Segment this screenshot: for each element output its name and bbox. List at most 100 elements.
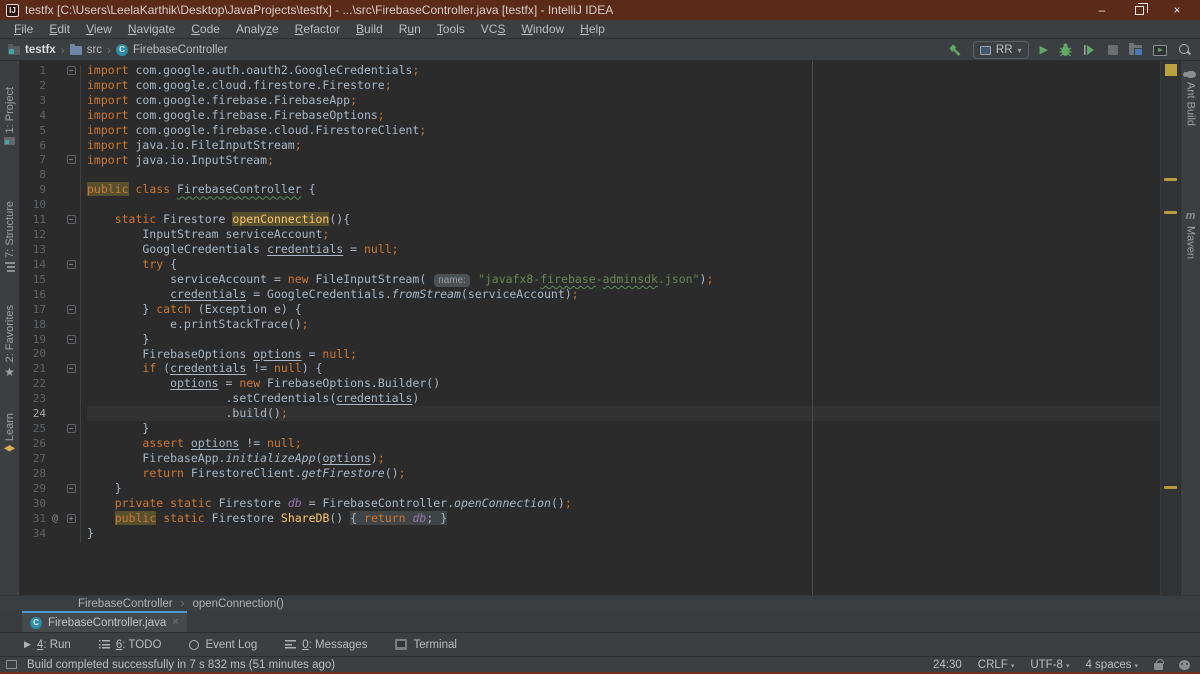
code-line-2[interactable]: 2 import com.google.cloud.firestore.Fires… — [20, 78, 1160, 93]
code-line-21[interactable]: 21 − if (credentials != null) { — [20, 361, 1160, 376]
code-line-20[interactable]: 20 FirebaseOptions options = null; — [20, 347, 1160, 362]
menu-edit[interactable]: Edit — [41, 20, 78, 39]
code-line-18[interactable]: 18 e.printStackTrace(); — [20, 317, 1160, 332]
code-line-34[interactable]: 34} — [20, 526, 1160, 541]
line-number[interactable]: 22 — [20, 377, 46, 390]
tool-button-event-log[interactable]: Event Log — [189, 639, 257, 651]
fold-collapse-marker[interactable]: − — [66, 483, 76, 493]
tab-firebasecontroller[interactable]: C FirebaseController.java × — [22, 611, 187, 632]
tool-button-todo[interactable]: 6: TODO — [98, 639, 161, 651]
code-line-30[interactable]: 30 private static Firestore db = Firebas… — [20, 496, 1160, 511]
menu-navigate[interactable]: Navigate — [120, 20, 183, 39]
code-line-9[interactable]: 9 public class FirebaseController { — [20, 182, 1160, 197]
fold-collapse-marker[interactable]: − — [66, 364, 76, 374]
tool-button-maven[interactable]: m Maven — [1181, 211, 1200, 260]
menu-file[interactable]: File — [6, 20, 41, 39]
warning-stripe-mark[interactable] — [1164, 178, 1177, 181]
inspections-hector-icon[interactable] — [1179, 660, 1190, 670]
line-number[interactable]: 14 — [20, 258, 46, 271]
breadcrumb-item-testfx[interactable]: testfx — [8, 43, 56, 56]
tool-button-run-bottom[interactable]: ▶ 4: Run — [24, 639, 71, 651]
code-line-5[interactable]: 5 import com.google.firebase.cloud.Firest… — [20, 123, 1160, 138]
run-configuration-dropdown[interactable]: RR ▾ — [972, 41, 1029, 59]
line-number[interactable]: 15 — [20, 273, 46, 286]
code-line-27[interactable]: 27 FirebaseApp.initializeApp(options); — [20, 451, 1160, 466]
breadcrumb-item-src[interactable]: src — [69, 43, 102, 56]
close-button[interactable]: × — [1170, 0, 1184, 20]
run-window-icon[interactable] — [1153, 44, 1167, 56]
fold-collapse-marker[interactable]: − — [66, 334, 76, 344]
restore-button[interactable] — [1135, 2, 1148, 15]
tool-button-messages[interactable]: 0: Messages — [285, 639, 367, 651]
lock-icon[interactable] — [1154, 658, 1164, 670]
menu-refactor[interactable]: Refactor — [287, 20, 348, 39]
code-editor[interactable]: 1− import com.google.auth.oauth2.GoogleCr… — [20, 61, 1160, 595]
menu-window[interactable]: Window — [513, 20, 572, 39]
error-stripe[interactable] — [1160, 61, 1180, 595]
breadcrumb-class[interactable]: FirebaseController — [78, 598, 173, 610]
menu-help[interactable]: Help — [572, 20, 613, 39]
code-line-8[interactable]: 8 — [20, 167, 1160, 182]
fold-expand-marker[interactable]: + — [66, 513, 76, 523]
fold-collapse-marker[interactable]: − — [66, 259, 76, 269]
line-number[interactable]: 13 — [20, 243, 46, 256]
code-line-4[interactable]: 4 import com.google.firebase.FirebaseOpti… — [20, 108, 1160, 123]
minimize-button[interactable]: – — [1095, 0, 1109, 20]
code-line-25[interactable]: 25 − } — [20, 421, 1160, 436]
code-line-14[interactable]: 14 − try { — [20, 257, 1160, 272]
code-line-19[interactable]: 19 − } — [20, 332, 1160, 347]
code-line-11[interactable]: 11 − static Firestore openConnection(){ — [20, 212, 1160, 227]
tool-button-structure[interactable]: 7: Structure — [0, 201, 19, 272]
line-separator-selector[interactable]: CRLF ▾ — [978, 659, 1015, 671]
line-number[interactable]: 17 — [20, 303, 46, 316]
code-line-26[interactable]: 26 assert options != null; — [20, 436, 1160, 451]
line-number[interactable]: 19 — [20, 333, 46, 346]
debug-bug-icon[interactable] — [1059, 43, 1072, 57]
line-number[interactable]: 5 — [20, 124, 46, 137]
tool-button-project[interactable]: 1: Project — [0, 87, 19, 146]
breadcrumb-method[interactable]: openConnection() — [192, 598, 283, 610]
warning-stripe-mark[interactable] — [1164, 486, 1177, 489]
line-number[interactable]: 28 — [20, 467, 46, 480]
run-button[interactable]: ▶ — [1040, 39, 1048, 61]
build-hammer-icon[interactable] — [947, 43, 962, 58]
line-number[interactable]: 31 — [20, 512, 46, 525]
code-line-7[interactable]: 7− import java.io.InputStream; — [20, 153, 1160, 168]
code-line-1[interactable]: 1− import com.google.auth.oauth2.GoogleCr… — [20, 63, 1160, 78]
code-line-13[interactable]: 13 GoogleCredentials credentials = null; — [20, 242, 1160, 257]
line-number[interactable]: 11 — [20, 213, 46, 226]
line-number[interactable]: 8 — [20, 168, 46, 181]
close-tab-icon[interactable]: × — [172, 617, 178, 628]
code-line-10[interactable]: 10 — [20, 197, 1160, 212]
line-number[interactable]: 29 — [20, 482, 46, 495]
line-number[interactable]: 25 — [20, 422, 46, 435]
code-line-22[interactable]: 22 options = new FirebaseOptions.Builder… — [20, 376, 1160, 391]
line-number[interactable]: 12 — [20, 228, 46, 241]
code-line-28[interactable]: 28 return FirestoreClient.getFirestore()… — [20, 466, 1160, 481]
code-line-31[interactable]: 31 @ + public static Firestore ShareDB() {… — [20, 510, 1160, 526]
line-number[interactable]: 24 — [20, 407, 46, 420]
line-number[interactable]: 23 — [20, 392, 46, 405]
fold-collapse-marker[interactable]: − — [66, 424, 76, 434]
menu-vcs[interactable]: VCS — [473, 20, 514, 39]
line-number[interactable]: 34 — [20, 527, 46, 540]
menu-view[interactable]: View — [78, 20, 120, 39]
line-number[interactable]: 21 — [20, 362, 46, 375]
fold-collapse-marker[interactable]: − — [66, 304, 76, 314]
code-line-29[interactable]: 29 − } — [20, 481, 1160, 496]
code-line-3[interactable]: 3 import com.google.firebase.FirebaseApp; — [20, 93, 1160, 108]
line-number[interactable]: 3 — [20, 94, 46, 107]
code-line-12[interactable]: 12 InputStream serviceAccount; — [20, 227, 1160, 242]
fold-collapse-marker[interactable]: − — [66, 215, 76, 225]
fold-collapse-marker[interactable]: − — [66, 65, 76, 75]
line-number[interactable]: 6 — [20, 139, 46, 152]
menu-code[interactable]: Code — [183, 20, 228, 39]
tool-button-favorites[interactable]: 2: Favorites ★ — [0, 305, 19, 378]
breadcrumb-item-firebasecontroller[interactable]: C FirebaseController — [116, 43, 228, 56]
project-structure-icon[interactable] — [1129, 43, 1143, 56]
code-line-15[interactable]: 15 serviceAccount = new FileInputStream(… — [20, 272, 1160, 287]
tool-button-ant-build[interactable]: Ant Build — [1181, 71, 1200, 126]
line-number[interactable]: 26 — [20, 437, 46, 450]
line-number[interactable]: 30 — [20, 497, 46, 510]
search-everywhere-icon[interactable] — [1178, 43, 1192, 57]
